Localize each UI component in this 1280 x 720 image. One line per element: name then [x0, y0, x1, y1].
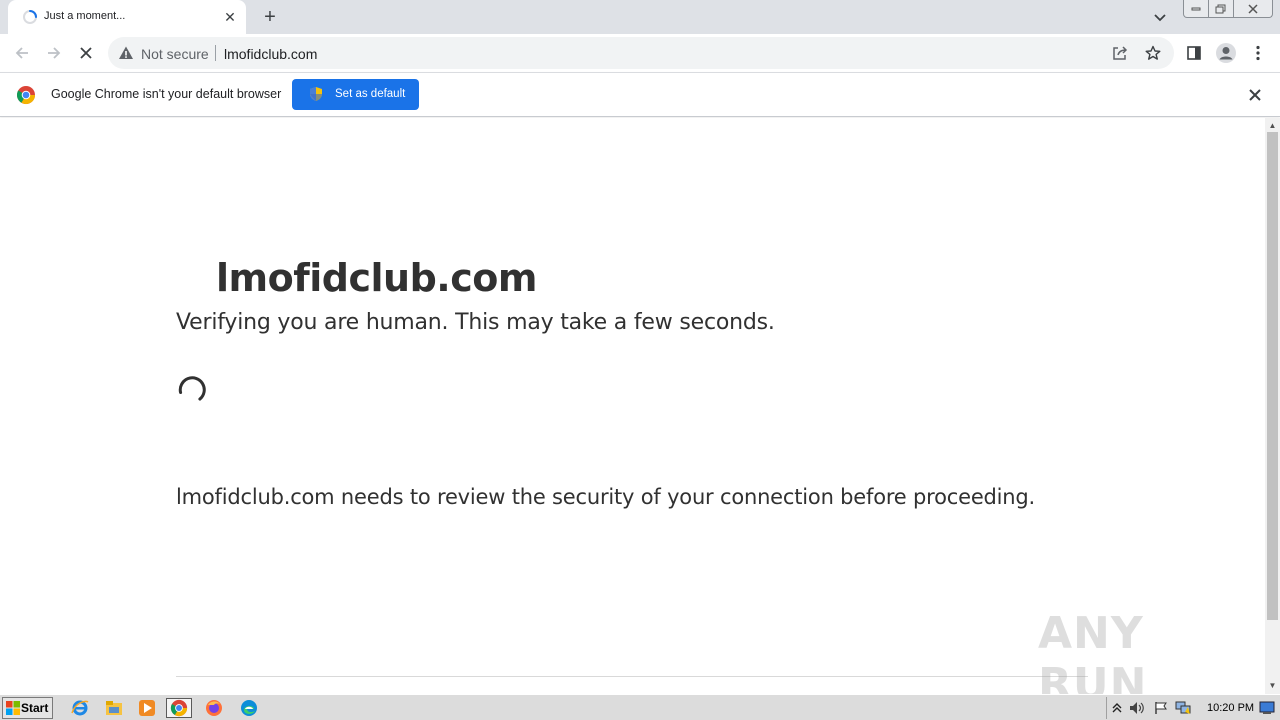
url-text[interactable]: lmofidclub.com	[224, 46, 317, 62]
tab-title: Just a moment...	[44, 10, 126, 22]
footer-divider	[176, 676, 1088, 677]
start-label: Start	[21, 701, 49, 715]
omnibox-divider	[215, 45, 216, 61]
security-status-label[interactable]: Not secure	[141, 46, 209, 62]
address-bar[interactable]: Not secure lmofidclub.com	[108, 37, 1174, 69]
page-title: lmofidclub.com	[216, 256, 537, 300]
watermark-logo: ANY RUN	[1038, 608, 1148, 694]
warning-triangle-icon[interactable]	[118, 45, 134, 61]
page-content: lmofidclub.com Verifying you are human. …	[0, 118, 1265, 694]
action-center-flag-icon[interactable]	[1153, 700, 1169, 716]
firefox-icon[interactable]	[201, 698, 227, 718]
tab-close-icon[interactable]: ✕	[221, 8, 239, 26]
media-player-icon[interactable]	[134, 698, 160, 718]
clock-time[interactable]: 10:20 PM	[1207, 702, 1254, 714]
set-as-default-label: Set as default	[335, 88, 406, 100]
internet-explorer-icon[interactable]	[67, 698, 93, 718]
tab-search-icon[interactable]	[1150, 8, 1170, 28]
scroll-up-arrow-icon[interactable]: ▲	[1265, 118, 1280, 132]
new-tab-button[interactable]: +	[258, 5, 282, 29]
tab-strip: Just a moment... ✕ +	[0, 0, 1280, 34]
infobar-message: Google Chrome isn't your default browser	[51, 87, 282, 101]
loading-spinner-icon	[22, 9, 38, 25]
side-panel-icon[interactable]	[1182, 41, 1206, 65]
infobar-close-icon[interactable]	[1246, 86, 1264, 104]
forward-arrow-icon[interactable]	[41, 40, 67, 66]
windows-flag-icon	[6, 701, 20, 715]
volume-icon[interactable]	[1129, 700, 1145, 716]
window-close-button[interactable]	[1233, 0, 1273, 18]
edge-icon[interactable]	[236, 698, 262, 718]
scrollbar-thumb[interactable]	[1267, 132, 1278, 620]
menu-kebab-icon[interactable]	[1246, 41, 1270, 65]
system-tray: 10:20 PM	[1106, 697, 1278, 719]
window-minimize-button[interactable]	[1183, 0, 1209, 18]
network-icon[interactable]	[1175, 700, 1191, 716]
bookmark-star-icon[interactable]	[1144, 44, 1162, 62]
windows-taskbar: Start 10:20 PM	[0, 694, 1280, 720]
verification-message: Verifying you are human. This may take a…	[176, 310, 775, 335]
show-hidden-icons-icon[interactable]	[1109, 700, 1125, 716]
show-desktop-icon[interactable]	[1259, 700, 1275, 716]
uac-shield-icon	[308, 86, 324, 102]
chrome-taskbar-icon[interactable]	[166, 698, 192, 718]
profile-avatar-icon[interactable]	[1214, 41, 1238, 65]
window-restore-button[interactable]	[1208, 0, 1234, 18]
back-arrow-icon[interactable]	[9, 40, 35, 66]
browser-toolbar: Not secure lmofidclub.com	[0, 34, 1280, 72]
scroll-down-arrow-icon[interactable]: ▼	[1265, 678, 1280, 692]
share-icon[interactable]	[1111, 44, 1129, 62]
file-explorer-icon[interactable]	[101, 698, 127, 718]
page-scrollbar[interactable]: ▲ ▼	[1265, 118, 1280, 694]
start-button[interactable]: Start	[2, 697, 53, 719]
set-as-default-button[interactable]: Set as default	[292, 79, 419, 110]
chrome-logo-icon	[16, 85, 36, 105]
default-browser-infobar: Google Chrome isn't your default browser…	[0, 72, 1280, 117]
verification-spinner-icon	[176, 370, 210, 404]
security-review-message: lmofidclub.com needs to review the secur…	[176, 485, 1036, 509]
tab-active[interactable]: Just a moment... ✕	[8, 0, 246, 34]
stop-loading-icon[interactable]	[73, 40, 99, 66]
